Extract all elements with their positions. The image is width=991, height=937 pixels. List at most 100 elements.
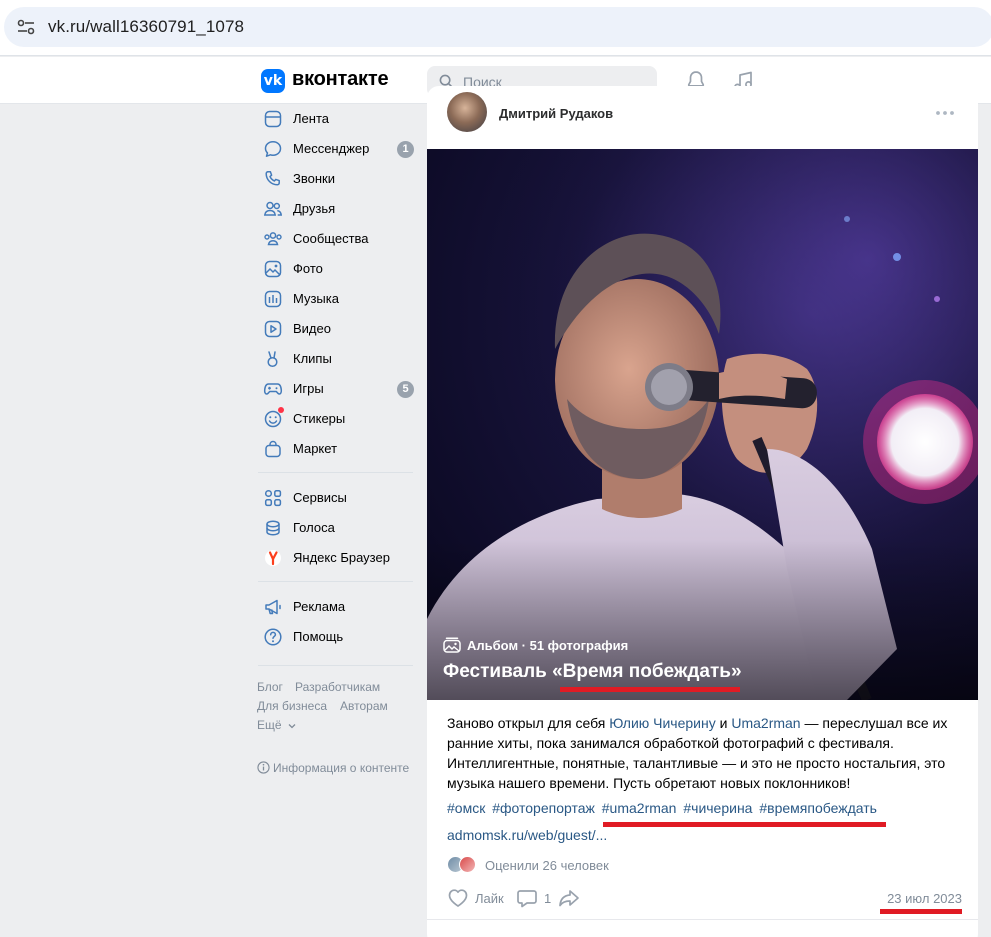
music-icon	[264, 290, 282, 308]
sidebar-item-communities[interactable]: Сообщества	[256, 224, 420, 254]
sidebar-item-music[interactable]: Музыка	[256, 284, 420, 314]
megaphone-icon	[265, 599, 281, 615]
footer-link-developers[interactable]: Разработчикам	[295, 680, 380, 694]
comment-button[interactable]: 1	[516, 888, 551, 908]
sidebar-item-label: Реклама	[293, 599, 346, 614]
like-button[interactable]: Лайк	[447, 888, 504, 908]
hashtag-link[interactable]: #фоторепортаж	[492, 800, 595, 816]
sidebar-item-photo[interactable]: Фото	[256, 254, 420, 284]
mention-link-chicherina[interactable]: Юлию Чичерину	[609, 715, 715, 731]
photo-icon	[264, 260, 282, 278]
footer-link-more[interactable]: Ещё	[257, 718, 296, 732]
footer-link-authors[interactable]: Авторам	[340, 699, 388, 713]
sidebar-item-label: Стикеры	[293, 411, 346, 426]
post-card: Дмитрий Рудаков Альбом · 51 фотография Ф…	[427, 86, 978, 937]
post-text: Заново открыл для себя Юлию Чичерину и U…	[447, 713, 962, 793]
gamepad-icon	[263, 383, 283, 395]
site-settings-icon[interactable]	[16, 17, 36, 37]
post-header: Дмитрий Рудаков	[427, 86, 978, 149]
sidebar-item-video[interactable]: Видео	[256, 314, 420, 344]
post-text-part: и	[715, 715, 732, 731]
sidebar-item-label: Яндекс Браузер	[293, 550, 390, 565]
sidebar-item-messenger[interactable]: Мессенджер 1	[256, 134, 420, 164]
sidebar-item-label: Помощь	[293, 629, 344, 644]
likes-summary-text: Оценили 26 человек	[485, 857, 609, 873]
album-count-label: Альбом · 51 фотография	[467, 637, 629, 653]
likes-summary[interactable]: Оценили 26 человек	[447, 856, 609, 874]
sidebar-item-market[interactable]: Маркет	[256, 434, 420, 464]
post-divider	[427, 919, 978, 920]
sidebar-item-label: Игры	[293, 381, 324, 396]
sidebar-item-votes[interactable]: Голоса	[256, 513, 420, 543]
unread-badge: 1	[397, 141, 414, 158]
sidebar-item-calls[interactable]: Звонки	[256, 164, 420, 194]
sidebar-item-yandex-browser[interactable]: Яндекс Браузер	[256, 543, 420, 573]
sidebar-item-label: Друзья	[293, 201, 336, 216]
hashtag-link[interactable]: #uma2rman	[602, 800, 677, 816]
share-button[interactable]	[558, 888, 586, 908]
comment-icon	[517, 890, 537, 908]
footer-link-business[interactable]: Для бизнеса	[257, 699, 327, 713]
content-info-link[interactable]: Информация о контенте	[257, 761, 409, 775]
help-icon	[264, 628, 282, 646]
comments-count: 1	[544, 890, 552, 906]
sidebar-item-label: Музыка	[293, 291, 339, 306]
yandex-browser-icon	[265, 550, 281, 566]
address-bar[interactable]: vk.ru/wall16360791_1078	[4, 7, 991, 47]
info-circle-icon	[257, 761, 270, 774]
sidebar-item-label: Фото	[293, 261, 323, 276]
sidebar-item-label: Сообщества	[293, 231, 369, 246]
feed-icon	[264, 110, 282, 128]
clips-icon	[267, 351, 278, 368]
sidebar-item-label: Голоса	[293, 520, 335, 535]
sidebar-item-ads[interactable]: Реклама	[256, 592, 420, 622]
author-name[interactable]: Дмитрий Рудаков	[499, 106, 613, 121]
sidebar-item-friends[interactable]: Друзья	[256, 194, 420, 224]
friends-icon	[263, 201, 283, 216]
like-label: Лайк	[475, 890, 504, 906]
red-highlight-underline	[880, 909, 962, 914]
messenger-icon	[264, 141, 282, 157]
url-text[interactable]: vk.ru/wall16360791_1078	[48, 17, 244, 37]
coins-icon	[266, 520, 280, 536]
external-link[interactable]: admomsk.ru/web/guest/...	[447, 827, 607, 843]
liker-avatar	[459, 856, 476, 873]
sidebar-item-label: Видео	[293, 321, 331, 336]
sidebar-item-label: Мессенджер	[293, 141, 370, 156]
mention-link-uma2rman[interactable]: Uma2rman	[731, 715, 800, 731]
sidebar-item-clips[interactable]: Клипы	[256, 344, 420, 374]
liker-avatars	[447, 856, 477, 874]
author-avatar[interactable]	[447, 92, 487, 132]
hashtag-link[interactable]: #чичерина	[683, 800, 752, 816]
vk-wordmark[interactable]: вконтакте	[292, 68, 389, 91]
sidebar-item-feed[interactable]: Лента	[256, 104, 420, 134]
footer-more-label: Ещё	[257, 718, 282, 732]
album-cover-photo[interactable]: Альбом · 51 фотография Фестиваль «Время …	[427, 149, 978, 700]
services-grid-icon	[264, 489, 282, 507]
footer-link-blog[interactable]: Блог	[257, 680, 283, 694]
sidebar-item-label: Клипы	[293, 351, 332, 366]
post-date[interactable]: 23 июл 2023	[887, 891, 962, 906]
sidebar-item-label: Звонки	[293, 171, 335, 186]
sidebar-divider	[258, 472, 413, 473]
sidebar-item-stickers[interactable]: Стикеры	[256, 404, 420, 434]
vk-logo-icon[interactable]: vk	[261, 69, 285, 93]
sidebar-item-services[interactable]: Сервисы	[256, 483, 420, 513]
sidebar-item-label: Маркет	[293, 441, 338, 456]
sidebar-item-label: Лента	[293, 111, 329, 126]
hashtag-link[interactable]: #омск	[447, 800, 485, 816]
sidebar-item-help[interactable]: Помощь	[256, 622, 420, 652]
content-info-label: Информация о контенте	[273, 761, 410, 775]
more-options-icon[interactable]	[935, 108, 955, 118]
new-indicator-dot	[278, 407, 284, 413]
hashtag-list: #омск #фоторепортаж #uma2rman #чичерина …	[447, 800, 880, 816]
album-title[interactable]: Фестиваль «Время побеждать»	[443, 661, 742, 683]
red-highlight-underline	[560, 687, 740, 692]
sidebar-divider	[258, 581, 413, 582]
heart-icon	[448, 889, 468, 907]
sidebar-item-games[interactable]: Игры 5	[256, 374, 420, 404]
share-icon	[559, 890, 579, 907]
hashtag-link[interactable]: #времяпобеждать	[759, 800, 877, 816]
games-badge: 5	[397, 381, 414, 398]
sidebar-item-label: Сервисы	[293, 490, 347, 505]
